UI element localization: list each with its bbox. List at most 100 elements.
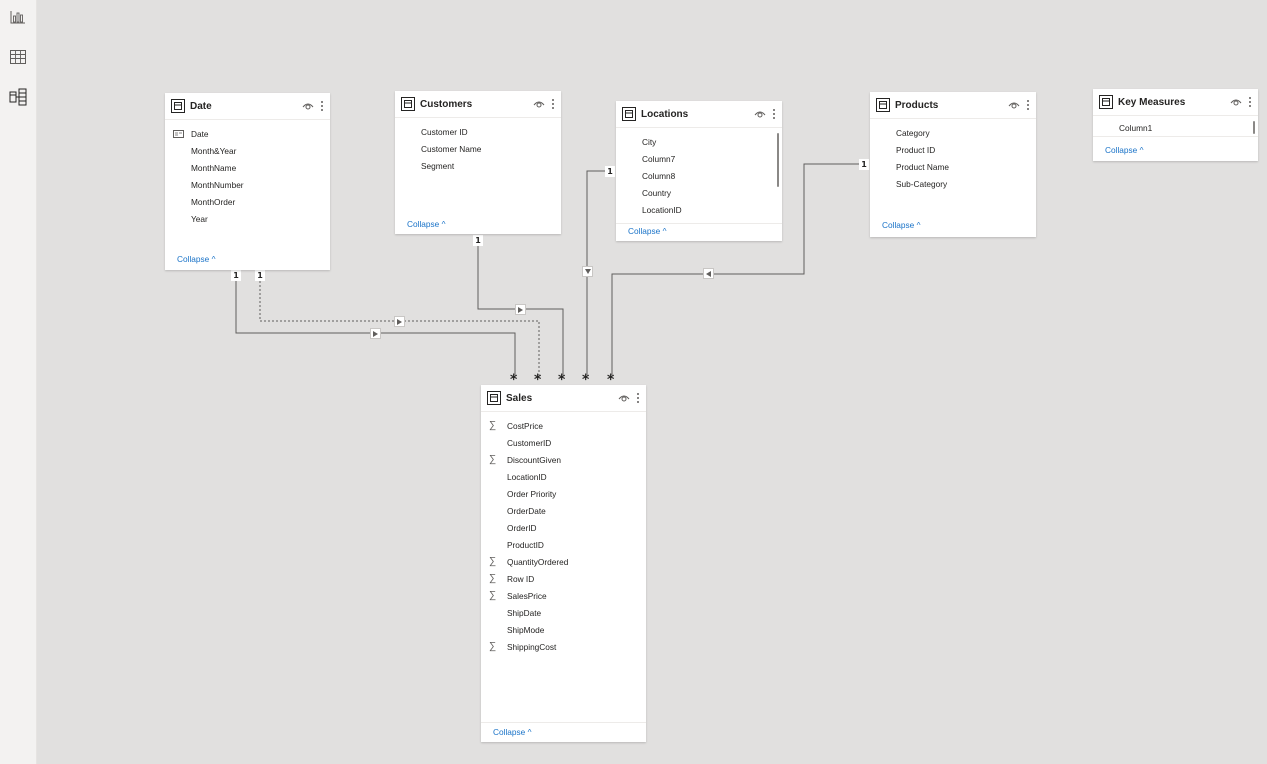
field-row[interactable]: Order Priority [481, 485, 646, 502]
arrow-right-icon [518, 306, 523, 313]
field-row[interactable]: Column8 [616, 167, 782, 184]
field-list[interactable]: City Column7 Column8 Country LocationID [616, 128, 782, 224]
collapse-link[interactable]: Collapse ^ [177, 254, 215, 264]
field-row[interactable]: ShipDate [481, 604, 646, 621]
more-options-icon[interactable] [636, 392, 640, 404]
filter-direction-arrow[interactable] [515, 304, 526, 315]
field-row[interactable]: Customer Name [395, 140, 561, 157]
field-row[interactable]: ∑ QuantityOrdered [481, 553, 646, 570]
more-options-icon[interactable] [1026, 99, 1030, 111]
sigma-icon: ∑ [489, 556, 497, 567]
table-header[interactable]: Sales [481, 385, 646, 412]
field-list-scrollbar[interactable] [1253, 121, 1255, 134]
field-label: LocationID [642, 204, 682, 215]
table-header[interactable]: Key Measures [1093, 89, 1258, 116]
cardinality-one-marker: 1 [473, 235, 483, 246]
table-card-locations[interactable]: Locations City Column7 Column8 Country L… [616, 101, 782, 241]
table-header[interactable]: Date [165, 93, 330, 120]
field-row[interactable]: Customer ID [395, 123, 561, 140]
field-row[interactable]: Date [165, 125, 330, 142]
collapse-link[interactable]: Collapse ^ [407, 219, 445, 229]
field-row[interactable]: Year [165, 210, 330, 227]
more-options-icon[interactable] [772, 108, 776, 120]
field-row[interactable]: City [616, 133, 782, 150]
field-row[interactable]: ∑ Row ID [481, 570, 646, 587]
field-row[interactable]: Product ID [870, 141, 1036, 158]
sigma-icon: ∑ [489, 590, 497, 601]
field-row[interactable]: ∑ ShippingCost [481, 638, 646, 655]
filter-direction-arrow[interactable] [370, 328, 381, 339]
field-row[interactable]: ∑ DiscountGiven [481, 451, 646, 468]
field-label: QuantityOrdered [507, 556, 569, 567]
bar-chart-icon [10, 11, 25, 24]
visibility-eye-icon[interactable] [533, 98, 545, 110]
visibility-eye-icon[interactable] [302, 100, 314, 112]
filter-direction-arrow[interactable] [394, 316, 405, 327]
more-options-icon[interactable] [551, 98, 555, 110]
table-card-products[interactable]: Products Category Product ID Product Nam… [870, 92, 1036, 237]
field-row[interactable]: Product Name [870, 158, 1036, 175]
field-row[interactable]: OrderDate [481, 502, 646, 519]
field-row[interactable]: Sub-Category [870, 175, 1036, 192]
field-label: Product ID [896, 144, 936, 155]
field-row[interactable]: MonthName [165, 159, 330, 176]
table-card-customers[interactable]: Customers Customer ID Customer Name Segm… [395, 91, 561, 234]
filter-direction-arrow[interactable] [582, 266, 593, 277]
field-list: Category Product ID Product Name Sub-Cat… [870, 119, 1036, 192]
table-icon [487, 391, 501, 405]
field-label: OrderID [507, 522, 537, 533]
model-view-button[interactable] [6, 85, 30, 109]
field-row[interactable]: Country [616, 184, 782, 201]
field-label: Country [642, 187, 672, 198]
more-options-icon[interactable] [320, 100, 324, 112]
table-card-date[interactable]: Date Date Month&Year MonthName MonthNumb… [165, 93, 330, 270]
field-row[interactable]: CustomerID [481, 434, 646, 451]
table-card-sales[interactable]: Sales ∑ CostPrice CustomerID ∑ DiscountGiv… [481, 385, 646, 742]
table-icon [171, 99, 185, 113]
field-row[interactable]: LocationID [481, 468, 646, 485]
table-name: Customers [420, 98, 473, 110]
table-name: Key Measures [1118, 96, 1186, 108]
field-row[interactable]: LocationID [616, 201, 782, 218]
cardinality-one-marker: 1 [605, 166, 615, 177]
filter-direction-arrow[interactable] [703, 268, 714, 279]
field-row[interactable]: Column7 [616, 150, 782, 167]
field-row[interactable]: ∑ SalesPrice [481, 587, 646, 604]
field-row[interactable]: ∑ CostPrice [481, 417, 646, 434]
field-row[interactable]: Category [870, 124, 1036, 141]
table-icon [1099, 95, 1113, 109]
field-label: MonthOrder [191, 196, 236, 207]
visibility-eye-icon[interactable] [1230, 96, 1242, 108]
collapse-link[interactable]: Collapse ^ [1105, 145, 1143, 155]
field-list-scrollbar[interactable] [777, 133, 779, 187]
field-label: City [642, 136, 657, 147]
visibility-eye-icon[interactable] [618, 392, 630, 404]
field-row[interactable]: Segment [395, 157, 561, 174]
report-view-button[interactable] [6, 5, 30, 29]
model-canvas[interactable]: 1 1 1 1 1 * * * * * Date Date Month&Year… [36, 0, 1267, 764]
field-label: Month&Year [191, 145, 237, 156]
field-label: DiscountGiven [507, 454, 561, 465]
table-header[interactable]: Locations [616, 101, 782, 128]
field-label: Column8 [642, 170, 676, 181]
field-row[interactable]: Column1 [1093, 119, 1258, 136]
collapse-link[interactable]: Collapse ^ [882, 220, 920, 230]
field-row[interactable]: Month&Year [165, 142, 330, 159]
data-view-button[interactable] [6, 45, 30, 69]
field-row[interactable]: ShipMode [481, 621, 646, 638]
table-header[interactable]: Products [870, 92, 1036, 119]
visibility-eye-icon[interactable] [754, 108, 766, 120]
collapse-link[interactable]: Collapse ^ [628, 226, 666, 236]
field-row[interactable]: MonthNumber [165, 176, 330, 193]
field-row[interactable]: ProductID [481, 536, 646, 553]
collapse-link[interactable]: Collapse ^ [493, 727, 531, 737]
field-row[interactable]: MonthOrder [165, 193, 330, 210]
model-view-icon [9, 88, 27, 106]
more-options-icon[interactable] [1248, 96, 1252, 108]
table-header[interactable]: Customers [395, 91, 561, 118]
table-card-key-measures[interactable]: Key Measures Column1 Collapse ^ [1093, 89, 1258, 161]
field-row[interactable]: OrderID [481, 519, 646, 536]
visibility-eye-icon[interactable] [1008, 99, 1020, 111]
field-list[interactable]: Column1 [1093, 116, 1258, 137]
field-label: ProductID [507, 539, 544, 550]
